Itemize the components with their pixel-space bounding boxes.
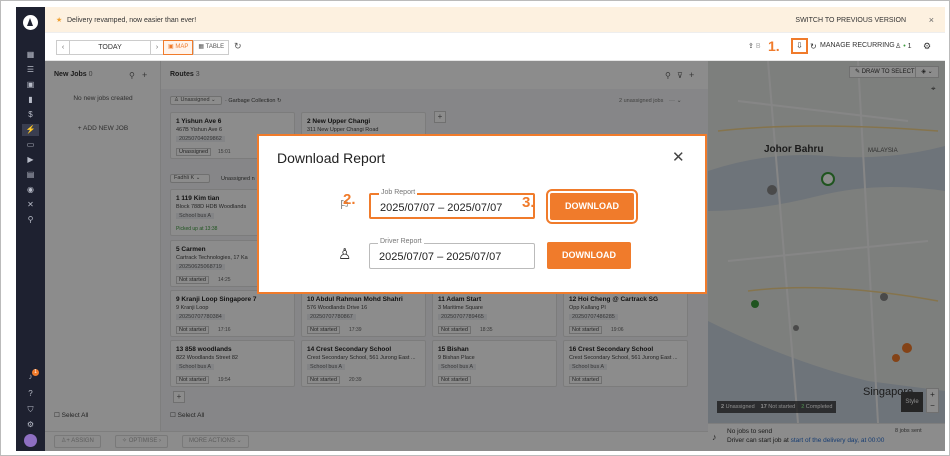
sidebar-share-icon[interactable]: ⚲ xyxy=(22,214,39,226)
sidebar-grid-icon[interactable]: ▦ xyxy=(22,49,39,61)
table-view-button[interactable]: ▦ TABLE xyxy=(193,40,230,55)
gear-icon[interactable]: ⚙ xyxy=(923,41,931,52)
step-3-annotation: 3. xyxy=(522,194,535,211)
dialog-title: Download Report xyxy=(277,150,386,166)
table-view-label: TABLE xyxy=(205,44,225,50)
view-toggle: ▣ MAP ▦ TABLE xyxy=(163,40,230,55)
job-report-range: 2025/07/07 – 2025/07/07 xyxy=(380,202,503,214)
sidebar-help-icon[interactable]: ? xyxy=(22,388,39,400)
job-report-date-range[interactable]: Job Report 2025/07/07 – 2025/07/07 xyxy=(369,189,535,219)
download-job-report-button[interactable]: DOWNLOAD xyxy=(546,189,638,224)
avatar[interactable] xyxy=(24,434,37,447)
notification-badge: 1 xyxy=(32,369,39,376)
download-driver-report-button[interactable]: DOWNLOAD xyxy=(547,242,631,269)
close-icon[interactable]: × xyxy=(929,15,934,25)
person-icon: ♙ xyxy=(338,246,352,263)
close-icon[interactable]: ✕ xyxy=(672,148,685,166)
sidebar-tools-icon[interactable]: ✕ xyxy=(22,199,39,211)
date-navigator: ‹ TODAY › xyxy=(56,40,164,55)
step-2-annotation: 2. xyxy=(343,191,356,208)
banner-message: Delivery revamped, now easier than ever! xyxy=(67,17,197,24)
upload-icon[interactable]: ⇪ B xyxy=(748,42,760,50)
chevron-right-icon[interactable]: › xyxy=(151,41,163,54)
sidebar-shield-icon[interactable]: ⛉ xyxy=(22,404,39,416)
star-icon: ★ xyxy=(56,17,63,24)
map-view-button[interactable]: ▣ MAP xyxy=(163,40,194,55)
sidebar-video-icon[interactable]: ▶ xyxy=(22,154,39,166)
manage-recurring-button[interactable]: MANAGE RECURRING xyxy=(820,42,895,49)
sidebar-card-icon[interactable]: ▤ xyxy=(22,169,39,181)
drivers-online-count: 1 xyxy=(907,43,912,50)
chevron-left-icon[interactable]: ‹ xyxy=(57,41,69,54)
refresh-icon[interactable]: ↻ xyxy=(234,41,242,52)
map-view-label: MAP xyxy=(175,44,189,50)
toolbar: ‹ TODAY › ▣ MAP ▦ TABLE ↻ ⇪ B ⇩ 1. ↻ MAN… xyxy=(45,33,945,61)
step-1-annotation: 1. xyxy=(768,38,780,54)
drivers-online-indicator[interactable]: ♙ • 1 xyxy=(895,42,912,50)
driver-report-label: Driver Report xyxy=(378,238,424,245)
driver-report-date-range[interactable]: Driver Report 2025/07/07 – 2025/07/07 xyxy=(369,238,535,269)
download-report-dialog: Download Report ✕ ⚐ 2. Job Report 2025/0… xyxy=(257,134,707,294)
sidebar-location-icon[interactable]: ◉ xyxy=(22,184,39,196)
sidebar-chart-icon[interactable]: ▮ xyxy=(22,94,39,106)
sidebar-dollar-icon[interactable]: $ xyxy=(22,109,39,121)
app-frame: ▦ ☰ ▣ ▮ $ ⚡ ▭ ▶ ▤ ◉ ✕ ⚲ ♪ 1 ? ⛉ ⚙ ★ Deli… xyxy=(0,0,950,456)
sidebar-settings-icon[interactable]: ⚙ xyxy=(22,419,39,431)
job-report-label: Job Report xyxy=(379,189,418,196)
sidebar-delivery-icon[interactable]: ⚡ xyxy=(22,124,39,136)
sidebar-dashboard-icon[interactable]: ▣ xyxy=(22,79,39,91)
announcement-banner: ★ Delivery revamped, now easier than eve… xyxy=(45,7,945,33)
download-report-button[interactable]: ⇩ xyxy=(791,38,808,54)
sidebar-list-icon[interactable]: ☰ xyxy=(22,64,39,76)
date-button[interactable]: TODAY xyxy=(69,41,151,54)
driver-report-range: 2025/07/07 – 2025/07/07 xyxy=(379,251,502,263)
sidebar: ▦ ☰ ▣ ▮ $ ⚡ ▭ ▶ ▤ ◉ ✕ ⚲ ♪ 1 ? ⛉ ⚙ xyxy=(16,7,45,451)
switch-version-link[interactable]: SWITCH TO PREVIOUS VERSION xyxy=(795,17,906,24)
sidebar-calendar-icon[interactable]: ▭ xyxy=(22,139,39,151)
recurring-icon: ↻ xyxy=(810,42,817,51)
logo-icon xyxy=(23,15,38,30)
